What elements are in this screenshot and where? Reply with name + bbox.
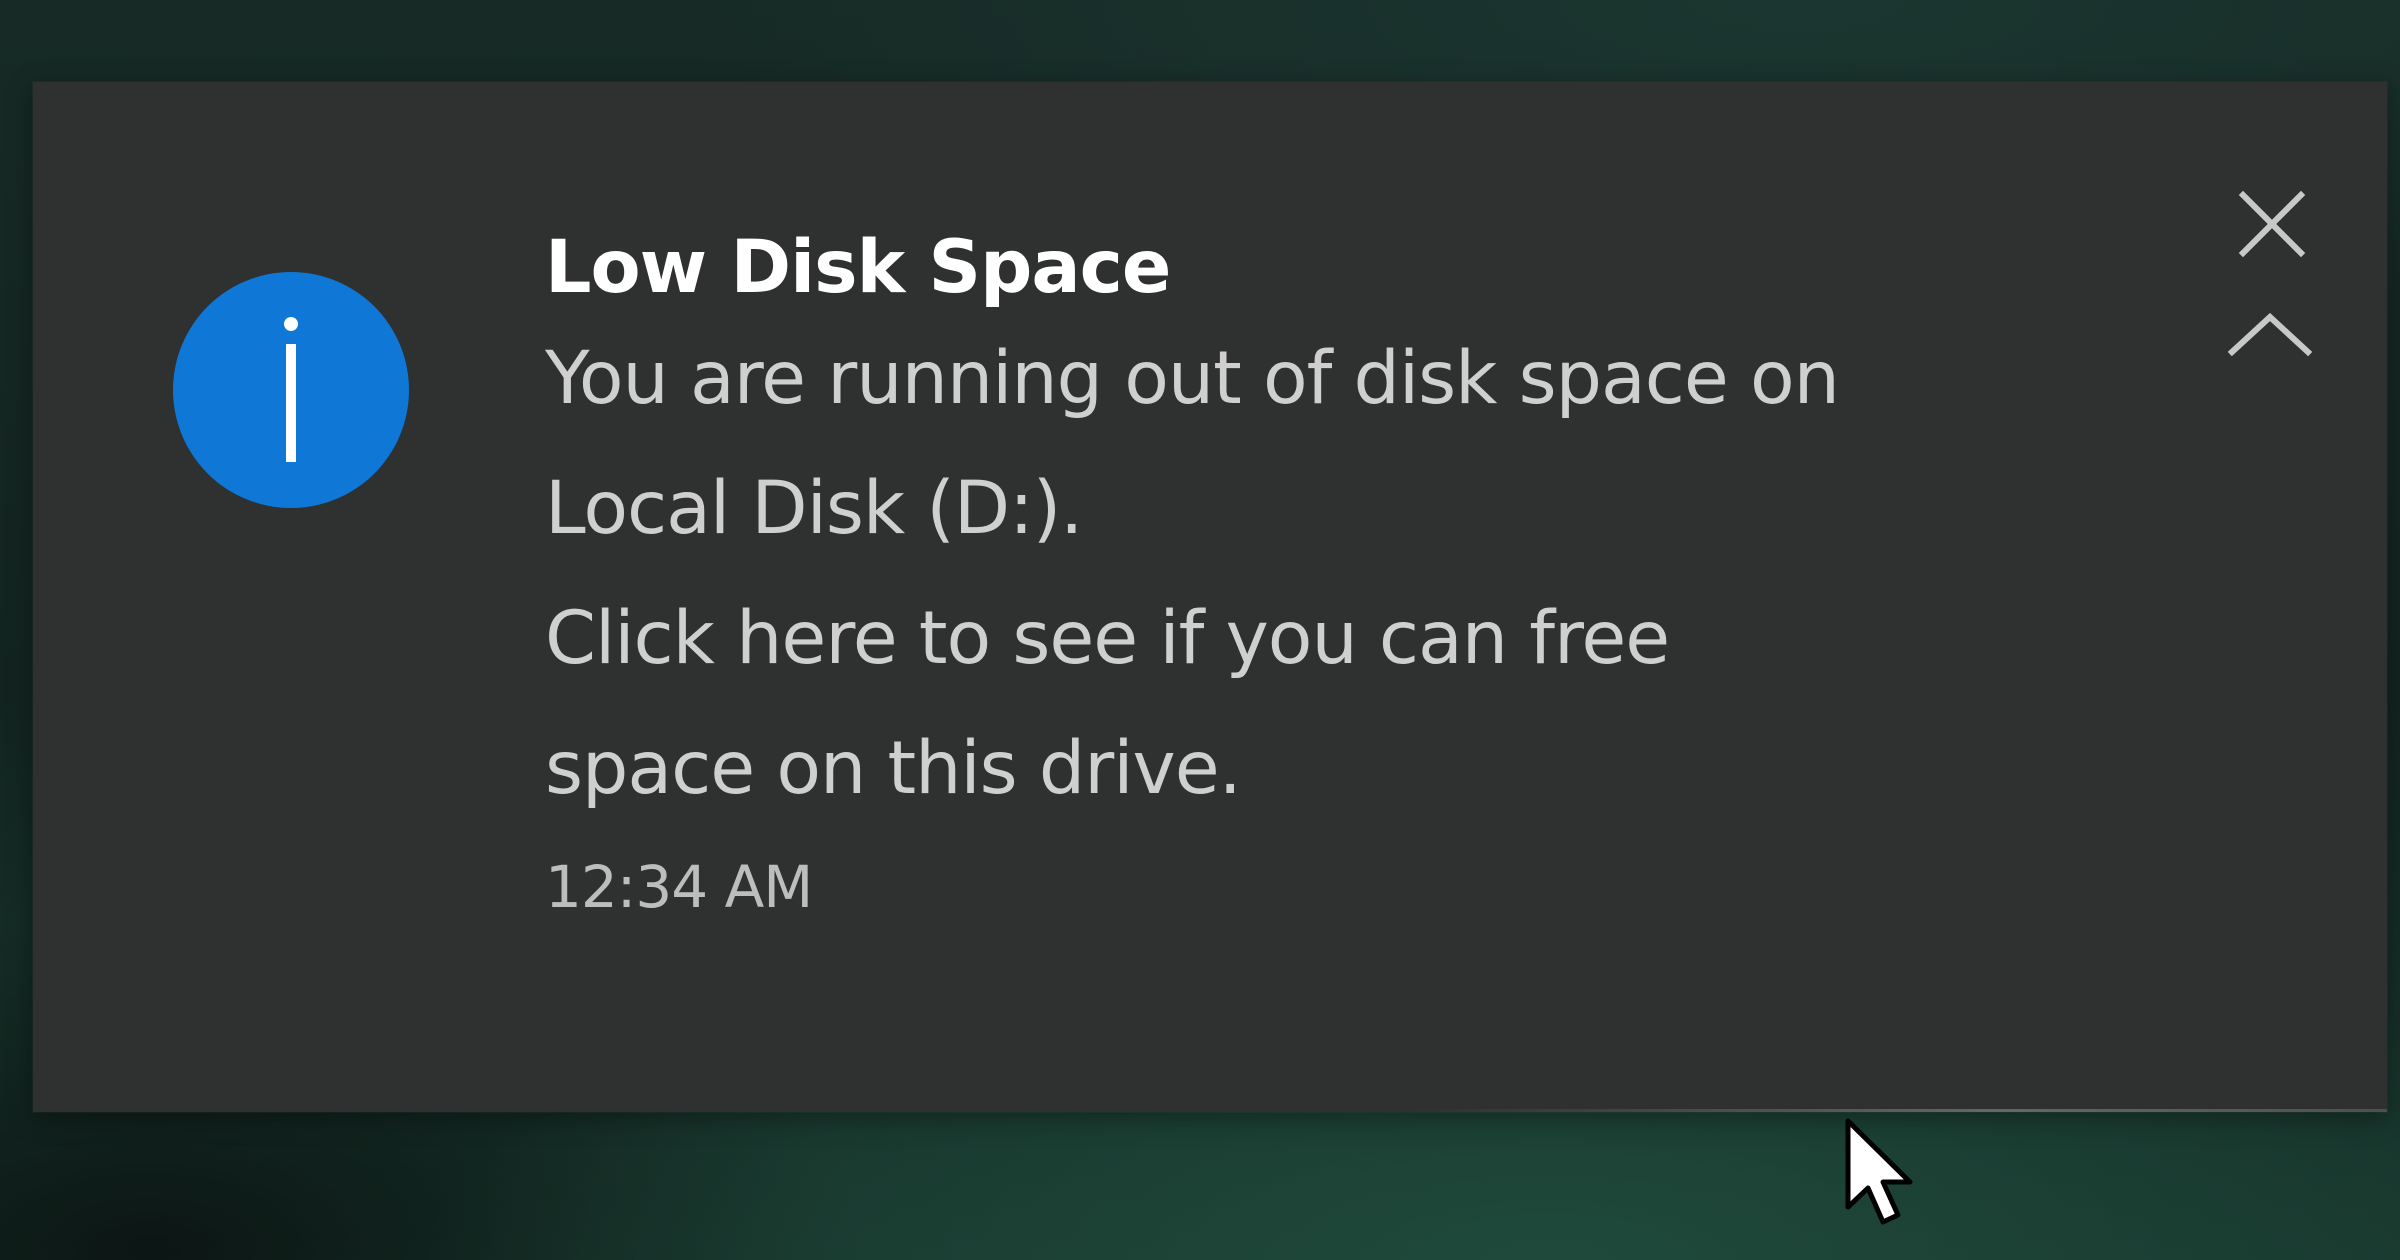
close-icon	[2238, 190, 2306, 258]
message-line: Local Disk (D:).	[545, 466, 1083, 551]
info-icon	[173, 272, 409, 508]
notification-toast[interactable]: Low Disk Space You are running out of di…	[33, 82, 2387, 1112]
notification-timestamp: 12:34 AM	[545, 853, 813, 921]
info-glyph	[284, 317, 298, 462]
notification-content[interactable]: Low Disk Space You are running out of di…	[545, 222, 2185, 932]
collapse-button[interactable]	[2210, 287, 2330, 387]
mouse-pointer-icon	[1842, 1117, 1922, 1232]
message-line: Click here to see if you can free	[545, 596, 1670, 681]
close-button[interactable]	[2210, 162, 2330, 282]
notification-title: Low Disk Space	[545, 225, 1171, 310]
chevron-up-icon	[2227, 312, 2313, 357]
message-line: You are running out of disk space on	[545, 336, 1840, 421]
notification-body[interactable]: You are running out of disk space on Loc…	[545, 314, 2185, 834]
message-line: space on this drive.	[545, 726, 1242, 811]
